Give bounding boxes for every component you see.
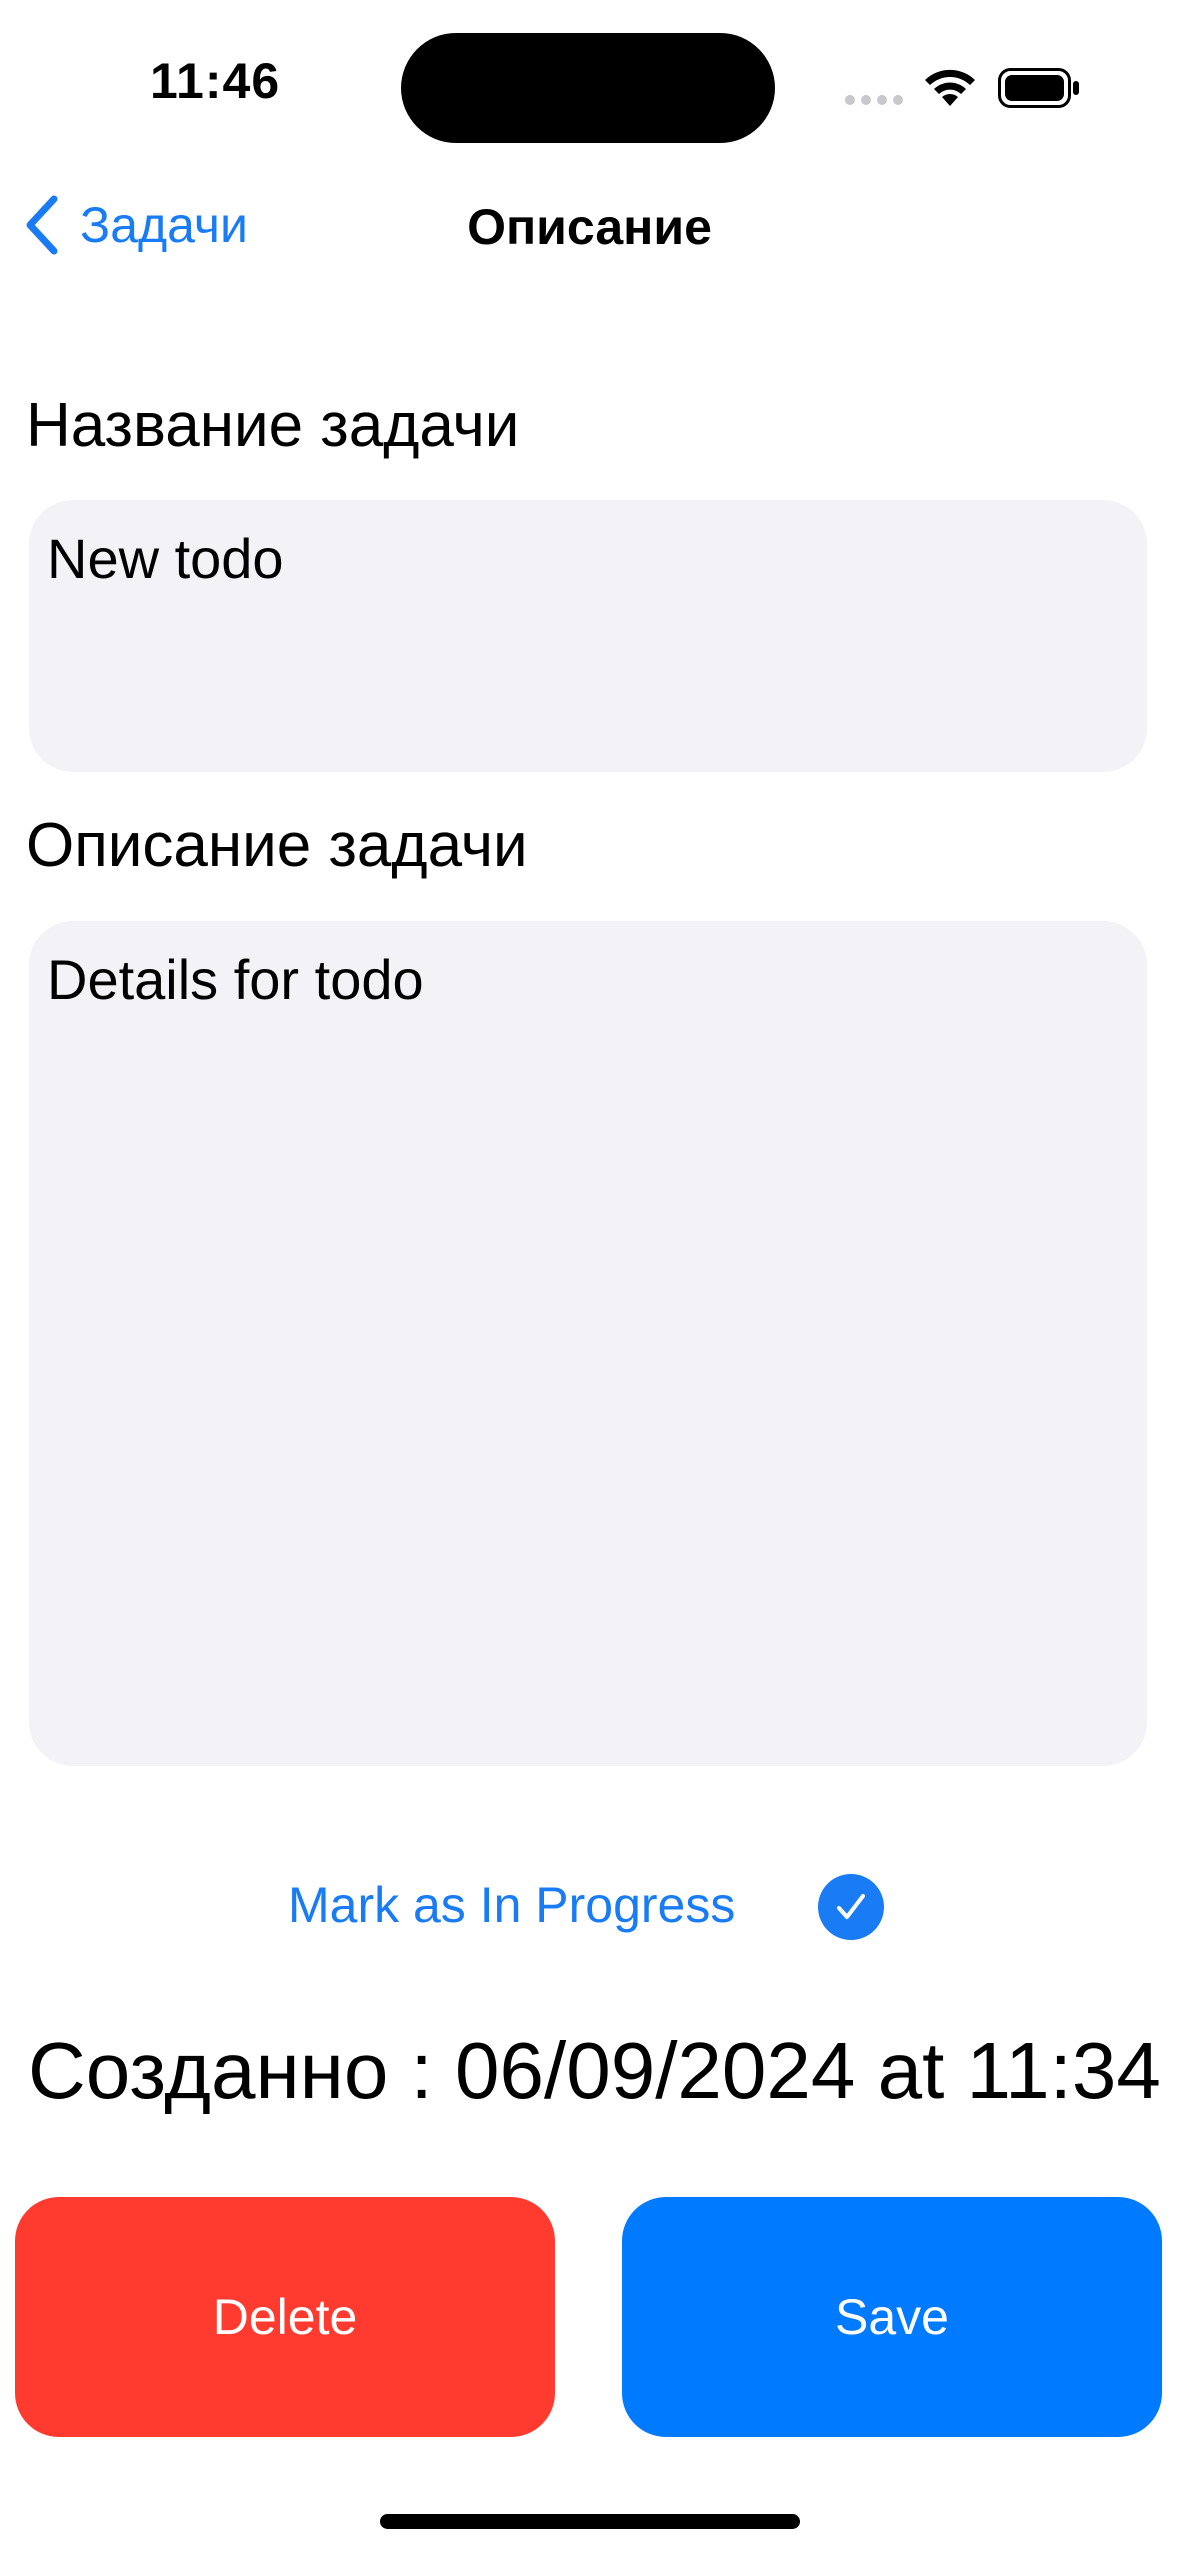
save-button[interactable]: Save — [622, 2197, 1162, 2437]
task-title-input[interactable]: New todo — [29, 500, 1147, 772]
status-time: 11:46 — [150, 53, 281, 109]
created-date: Созданно : 06/09/2024 at 11:34 — [28, 2026, 1161, 2115]
cellular-signal-icon — [845, 95, 905, 105]
save-button-label: Save — [835, 2289, 949, 2345]
in-progress-label[interactable]: Mark as In Progress — [288, 1865, 735, 1945]
home-indicator — [380, 2514, 800, 2529]
task-title-label: Название задачи — [26, 391, 520, 460]
dynamic-island — [401, 33, 775, 143]
screen: 11:46 Задачи Описание Название задачи Ne… — [0, 0, 1179, 2556]
task-description-label: Описание задачи — [26, 811, 528, 880]
checkmark-circle-icon[interactable] — [818, 1874, 884, 1940]
delete-button-label: Delete — [212, 2289, 358, 2345]
wifi-icon — [925, 69, 975, 106]
nav-title: Описание — [467, 199, 712, 255]
battery-icon — [998, 68, 1079, 108]
task-description-input[interactable]: Details for todo — [29, 921, 1147, 1766]
in-progress-toggle-row[interactable]: Mark as In Progress — [0, 1865, 1179, 1945]
delete-button[interactable]: Delete — [15, 2197, 555, 2437]
